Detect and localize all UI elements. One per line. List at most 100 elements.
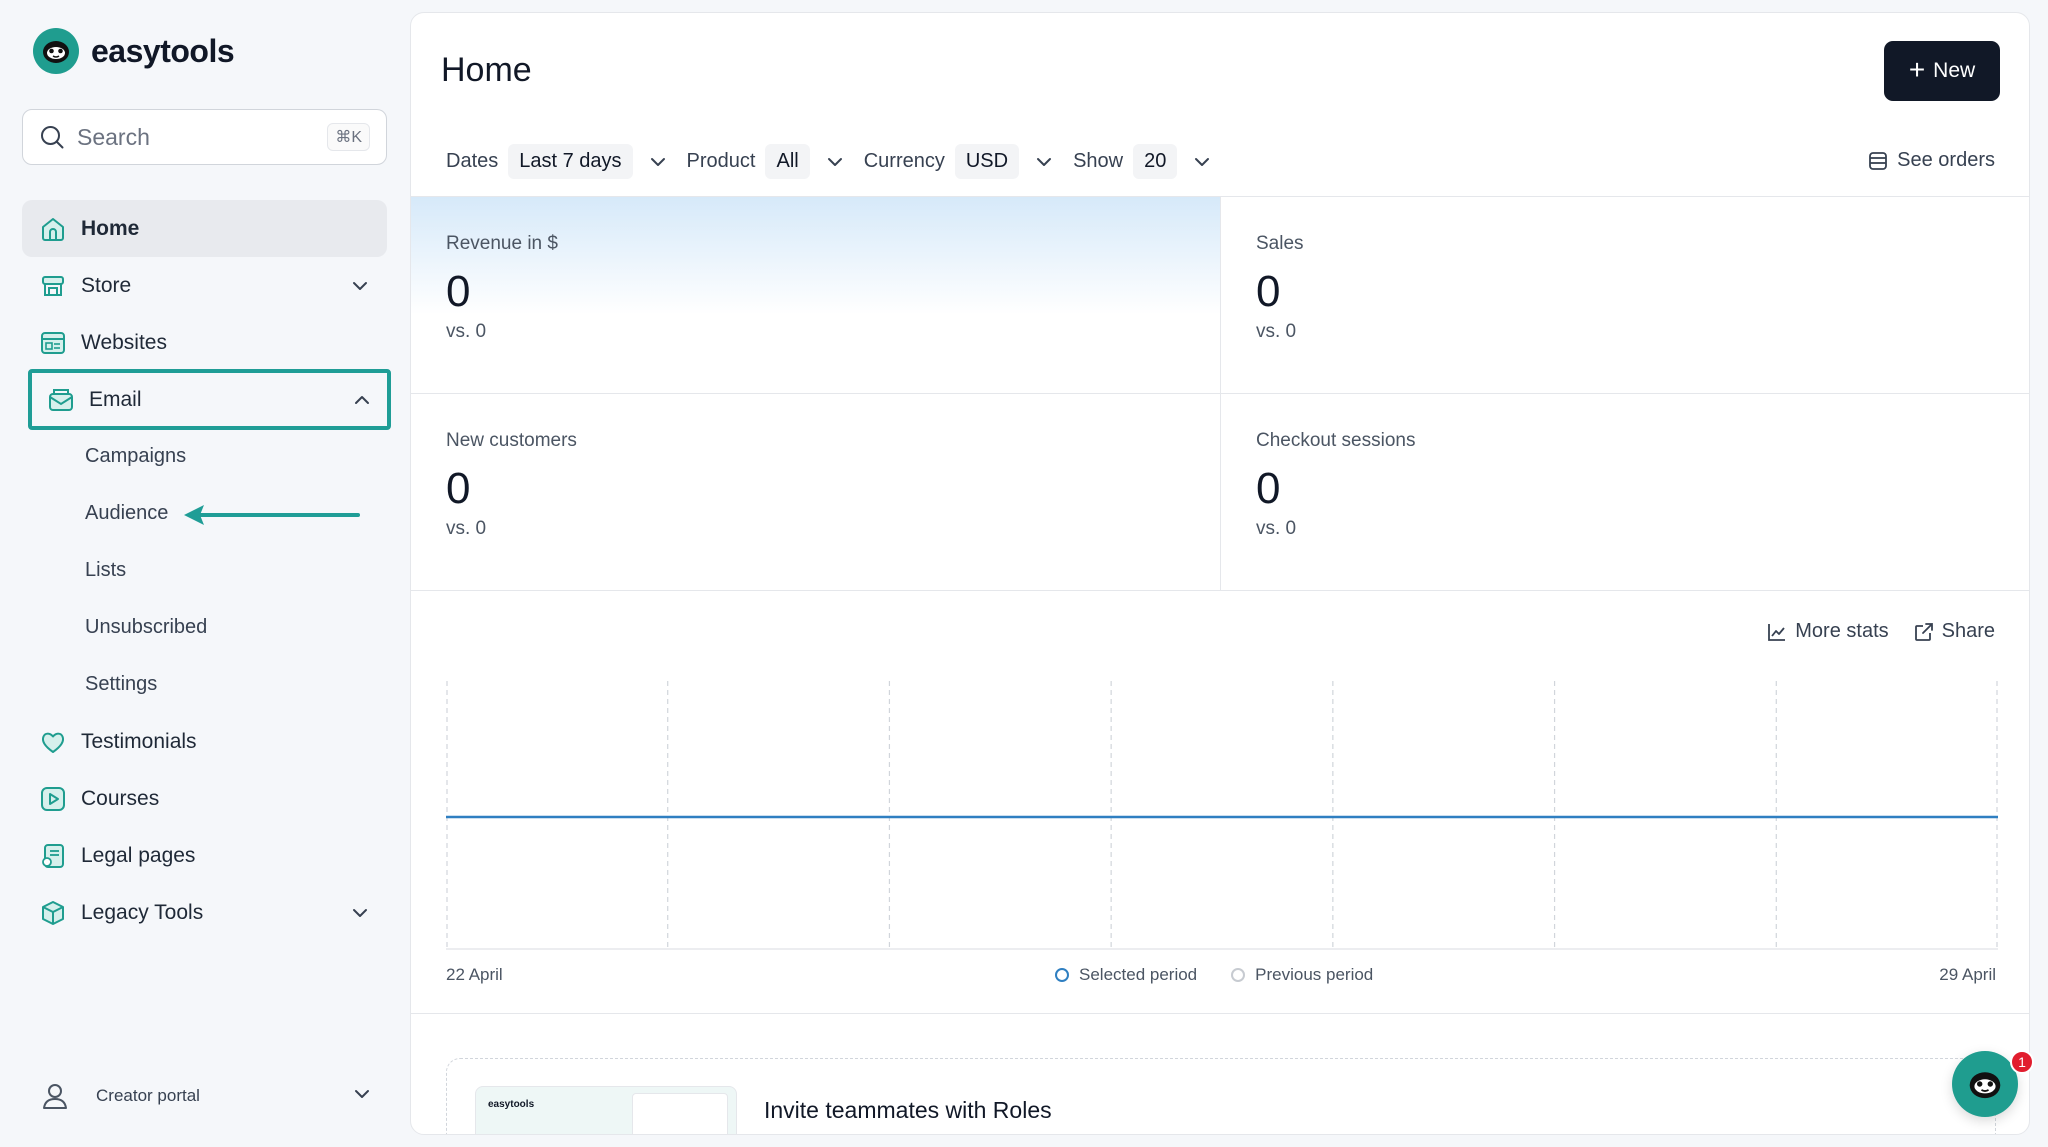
chart-footer: 22 April Selected period Previous period… [446,965,1996,995]
main-panel: Home + New Dates Last 7 days Product All… [410,12,2030,1135]
chevron-down-icon[interactable] [641,145,675,179]
search-input[interactable]: Search ⌘K [22,109,387,165]
email-icon [46,385,76,415]
chevron-up-icon[interactable] [351,389,373,411]
websites-icon [38,328,68,358]
legend-dot-selected [1055,968,1069,982]
legal-icon [38,841,68,871]
sidebar-item-label: Websites [81,330,167,354]
kpi-card-sales[interactable]: Sales 0 vs. 0 [1221,197,2029,394]
search-placeholder: Search [77,123,150,150]
chevron-down-icon[interactable] [1185,145,1219,179]
sidebar-subitem-lists[interactable]: Lists [22,542,387,599]
sidebar-item-legal-pages[interactable]: Legal pages [22,827,387,884]
dates-filter-value[interactable]: Last 7 days [508,144,633,179]
sidebar-item-websites[interactable]: Websites [22,314,387,371]
kpi-compare: vs. 0 [1256,321,1297,342]
more-stats-button[interactable]: More stats [1766,620,1889,643]
notification-badge: 1 [2010,1050,2034,1074]
kpi-card-revenue[interactable]: Revenue in $ 0 vs. 0 [411,197,1221,394]
kpi-title: Checkout sessions [1256,430,1416,451]
currency-filter-value[interactable]: USD [954,144,1020,179]
home-icon [38,214,68,244]
kpi-compare: vs. 0 [1256,518,1297,539]
currency-filter-label: Currency [863,150,945,172]
kpi-title: Sales [1256,233,1304,254]
sidebar-item-legacy-tools[interactable]: Legacy Tools [22,884,387,941]
sidebar-item-label: Legacy Tools [81,900,204,924]
brand-logo-icon [33,28,79,74]
kpi-title: Revenue in $ [446,233,558,254]
product-filter-value[interactable]: All [765,144,810,179]
kpi-compare: vs. 0 [446,518,487,539]
kpi-card-new-customers[interactable]: New customers 0 vs. 0 [411,394,1221,591]
section-divider [411,1013,2029,1014]
sidebar-item-label: Testimonials [81,729,197,753]
invite-title: Invite teammates with Roles [764,1097,1052,1123]
chat-launcher-button[interactable] [1952,1051,2018,1117]
brand[interactable]: easytools [33,28,235,74]
show-filter-label: Show [1073,150,1124,172]
search-icon [41,126,64,149]
sidebar-item-store[interactable]: Store [22,257,387,314]
share-label: Share [1941,620,1995,642]
chart-trend-icon [1768,623,1786,641]
creator-portal-switcher[interactable]: Creator portal [22,1068,387,1124]
orders-icon [1869,151,1888,170]
sidebar-item-label: Store [81,273,132,297]
kpi-title: New customers [446,430,577,451]
invite-thumbnail: easytools [475,1086,737,1134]
sidebar-item-courses[interactable]: Courses [22,770,387,827]
sidebar-item-label: Home [81,216,140,240]
external-link-icon [1914,622,1933,641]
chevron-down-icon[interactable] [818,145,852,179]
chart-actions: More stats Share [1742,620,1995,643]
brand-name: easytools [91,32,235,69]
see-orders-link[interactable]: See orders [1867,149,1995,172]
sidebar-subitem-settings[interactable]: Settings [22,656,387,713]
legend-dot-previous [1231,968,1246,982]
product-filter-label: Product [686,150,756,172]
chevron-down-icon[interactable] [349,902,371,924]
dates-filter-label: Dates [446,150,499,172]
chevron-down-icon[interactable] [353,1085,371,1108]
legend-label: Previous period [1255,965,1374,984]
heart-icon [38,727,68,757]
x-axis-tick-label: 22 April [446,965,503,984]
invite-teammates-card[interactable]: easytools Invite teammates with Roles [446,1058,1996,1134]
chevron-down-icon[interactable] [1027,145,1061,179]
kpi-card-checkout-sessions[interactable]: Checkout sessions 0 vs. 0 [1221,394,2029,591]
sidebar-item-testimonials[interactable]: Testimonials [22,713,387,770]
user-avatar-icon [38,1079,72,1113]
kpi-value: 0 [446,267,471,316]
legend-item-previous[interactable]: Previous period [1231,965,1373,985]
sidebar-item-label: Email [89,387,142,411]
sidebar-item-label: Legal pages [81,843,196,867]
chat-mascot-icon [1969,1072,2001,1099]
kpi-value: 0 [1256,464,1281,513]
page-title: Home [441,51,532,89]
filter-bar: Dates Last 7 days Product All Currency U… [446,144,1231,179]
share-button[interactable]: Share [1913,620,1995,643]
new-button-label: New [1933,59,1976,82]
new-button[interactable]: + New [1884,41,2000,101]
creator-portal-label: Creator portal [96,1086,200,1105]
sidebar: easytools Search ⌘K Home Store Websites … [0,0,405,1147]
sidebar-item-home[interactable]: Home [22,200,387,257]
annotation-arrow-icon [184,505,360,525]
chevron-down-icon[interactable] [349,275,371,297]
legend-item-selected[interactable]: Selected period [1055,965,1197,985]
legend-label: Selected period [1079,965,1198,984]
sidebar-subitem-campaigns[interactable]: Campaigns [22,428,387,485]
sidebar-nav: Home Store Websites Email Campaigns Audi… [22,200,391,941]
sidebar-subitem-unsubscribed[interactable]: Unsubscribed [22,599,387,656]
kpi-value: 0 [1256,267,1281,316]
kpi-value: 0 [446,464,471,513]
sidebar-item-email[interactable]: Email [28,369,391,430]
more-stats-label: More stats [1795,620,1889,642]
courses-icon [38,784,68,814]
sidebar-item-label: Courses [81,786,160,810]
show-filter-value[interactable]: 20 [1133,144,1178,179]
search-shortcut: ⌘K [327,123,370,151]
plus-icon: + [1908,53,1926,85]
